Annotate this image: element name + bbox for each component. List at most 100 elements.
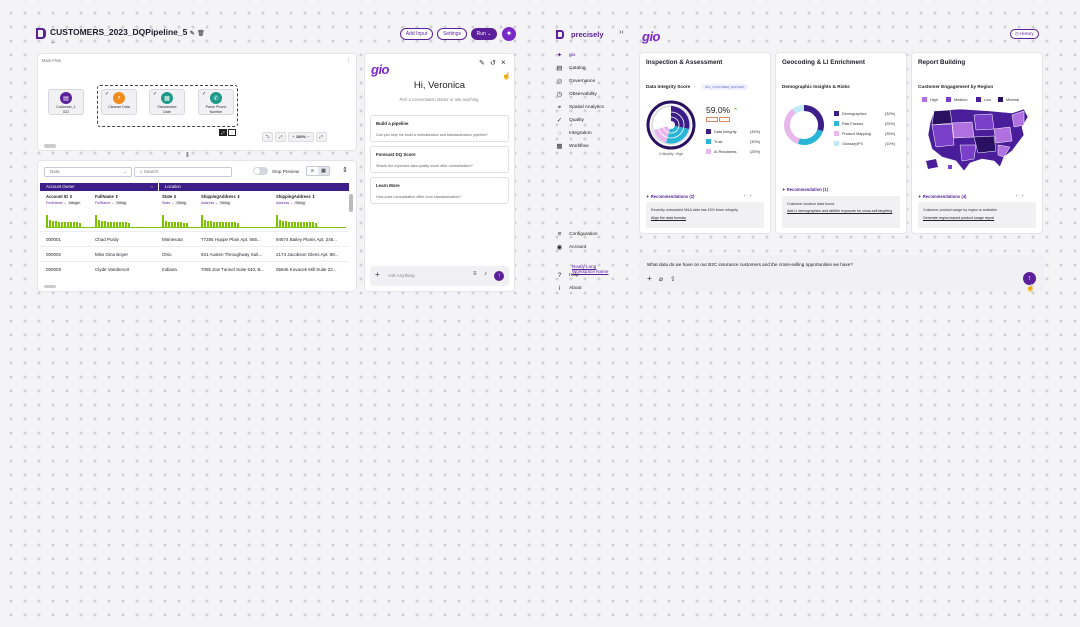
grid-view-icon[interactable]: ▦: [318, 167, 329, 175]
sidebar-item-integration[interactable]: ◌ Integration: [556, 130, 592, 137]
search-placeholder: Search: [143, 169, 159, 174]
sidebar-item-governance[interactable]: ◎ Governance: [556, 78, 595, 85]
rec-link[interactable]: Generate region-based product usage repo…: [923, 216, 1033, 221]
back-arrow-icon[interactable]: ←: [50, 39, 57, 46]
gio-assistant-button[interactable]: ✦: [502, 27, 516, 41]
sidebar-item-workflow[interactable]: ▦ Workflow: [556, 143, 588, 150]
column-header[interactable]: ShippingAddress ⇕ Address ⌄ String: [201, 194, 240, 205]
histogram-baseline: [46, 227, 346, 228]
workflow-icon: ▦: [556, 143, 563, 150]
sidebar-item-account[interactable]: ◉ Account: [556, 244, 587, 251]
sidebar-item-catalog[interactable]: ▤ Catalog: [556, 65, 585, 72]
suggestion-build-pipeline[interactable]: Build a pipeline Can you help me build a …: [370, 115, 509, 142]
recommendation-card[interactable]: Recently onboarded M&A data has 43% lowe…: [646, 202, 764, 228]
recommendation-card[interactable]: Customer product usage by region is avai…: [918, 202, 1036, 228]
precisely-app: precisely ›‹ ✦ gio ▤ Catalog ◎ Governance ◷ Obs…: [540, 24, 1052, 300]
ask-placeholder: Ask Anything: [388, 273, 415, 278]
pager-arrows[interactable]: ‹ ›: [1016, 193, 1024, 199]
legend-value: (45%): [750, 129, 761, 134]
search-input[interactable]: ⌕ Search: [134, 167, 232, 177]
sidebar-item-about[interactable]: i About: [556, 285, 582, 292]
group-label: Account Owner: [46, 184, 75, 189]
flow-node-standardize[interactable]: ✓ ▦ Standardize Date: [149, 89, 185, 115]
settings-sliders-icon[interactable]: ≡: [473, 271, 477, 277]
legend-label: Demographics: [842, 111, 867, 116]
list-view-icon[interactable]: ≡: [307, 167, 318, 175]
fullscreen-icon[interactable]: ⤢: [315, 132, 327, 142]
microphone-icon[interactable]: ♪: [484, 271, 487, 277]
configuration-icon: ≡: [557, 231, 562, 238]
flow-node-parse-phone[interactable]: ✓ ✆ Parse Phone Number: [198, 89, 234, 115]
sidebar-item-observability[interactable]: ◷ Observability: [556, 91, 597, 98]
more-icon[interactable]: ⋮: [346, 57, 351, 63]
horizontal-scrollbar[interactable]: [44, 144, 56, 148]
column-header[interactable]: ShippingAddress ⇕ Address ⌄ String: [276, 194, 315, 205]
rec-title-text: Recommendations (4): [922, 194, 967, 199]
column-header[interactable]: Account ID ⇕ FirstName ⌄ Integer: [46, 194, 81, 205]
sidebar-item-quality[interactable]: ✓ Quality: [556, 117, 584, 124]
settings-button[interactable]: Settings: [437, 28, 467, 40]
delete-icon[interactable]: 🗑: [197, 31, 205, 37]
attachment-icon[interactable]: ⌀: [659, 275, 663, 283]
legend-item: Low: [976, 97, 991, 102]
prompt-input[interactable]: What data do we have on our B2C insuranc…: [640, 255, 1044, 292]
sidebar-item-spatial-analytics[interactable]: ⌖ Spatial Analytics: [556, 104, 604, 111]
suggestion-learn-more[interactable]: Learn More How does normalization differ …: [370, 177, 509, 204]
cell: Clyde Vandervort: [95, 267, 130, 272]
history-icon[interactable]: ↺: [490, 59, 496, 67]
sidebar-item-configuration[interactable]: ≡ Configuration: [556, 231, 598, 238]
cell: 77285 Hoppe Plain Apt. 655...: [201, 237, 261, 242]
recommendation-card[interactable]: Customer location data found. Add LI dem…: [782, 196, 900, 228]
history-button[interactable]: ◷ History: [1010, 29, 1039, 39]
edit-icon[interactable]: ✎: [190, 31, 195, 37]
vertical-scrollbar[interactable]: [349, 194, 353, 212]
node-label: Customer_1 022: [56, 105, 76, 114]
zoom-control[interactable]: + 100% −: [288, 132, 314, 142]
rec-link[interactable]: Align the data formats: [651, 216, 761, 221]
table-row[interactable]: 000001 Chad Purdy Minnesota 77285 Hoppe …: [40, 231, 348, 246]
location-icon: ⌖: [557, 104, 562, 111]
column-header[interactable]: FullName ⇕ FullName ⌄ String: [95, 194, 127, 205]
flow-canvas[interactable]: Main Flow ⋮ ▤ Customer_1 022 ✓ ⌕ Cleanse…: [38, 54, 356, 150]
rec-link[interactable]: Add LI demographics and wildfire exposur…: [787, 209, 897, 214]
upload-icon[interactable]: ⇧: [670, 275, 675, 283]
data-select[interactable]: Data ⌄: [44, 167, 132, 177]
view-toggle[interactable]: ≡ ▦: [306, 166, 330, 176]
greeting: Hi, Veronica: [413, 80, 466, 91]
frame-icon[interactable]: ▫: [228, 129, 236, 136]
new-chat-icon[interactable]: ✎: [479, 59, 485, 67]
sidebar-item-gio[interactable]: ✦ gio: [556, 52, 576, 59]
plus-icon[interactable]: +: [647, 274, 652, 283]
stop-preview-toggle[interactable]: [253, 167, 268, 175]
column-type: String: [219, 201, 231, 205]
column-name: Account ID: [46, 194, 69, 199]
sparkle-icon: ✦: [556, 52, 563, 59]
collapse-sidebar-icon[interactable]: ›‹: [619, 29, 624, 36]
suggestion-forecast-dq[interactable]: Forecast DQ Score What's the expected dat…: [370, 146, 509, 173]
table-row[interactable]: 000002 Miss Gina Boyer Ohio 931 Austen T…: [40, 246, 348, 261]
close-icon[interactable]: ×: [501, 58, 506, 67]
pager-arrows[interactable]: ‹ ›: [744, 193, 752, 199]
workspace-link[interactable]: Really Long Workspace Name: [572, 264, 616, 274]
add-input-button[interactable]: Add Input: [400, 28, 433, 40]
ask-input[interactable]: + Ask Anything ≡ ♪ ↑: [370, 266, 509, 286]
column-header[interactable]: State ⇕ State ⌄ String: [162, 194, 187, 205]
plus-icon[interactable]: +: [375, 270, 380, 279]
flow-node-input[interactable]: ▤ Customer_1 022: [48, 89, 84, 115]
collapse-icon[interactable]: ⇕: [342, 166, 348, 174]
send-button[interactable]: ↑: [494, 271, 504, 281]
flow-node-cleanse[interactable]: ✓ ⌕ Cleanse Data: [101, 89, 137, 115]
workspace-link-text: Really Long Workspace Name: [572, 264, 609, 274]
radial-score-chart: [646, 100, 696, 150]
lock-icon[interactable]: ⤢: [219, 129, 227, 136]
table-row[interactable]: 000003 Clyde Vandervort Indiana 7095 Zoe…: [40, 261, 348, 276]
expand-icon[interactable]: ⤢: [275, 132, 287, 142]
horizontal-scrollbar[interactable]: [44, 285, 56, 288]
resize-handle[interactable]: ||||||: [186, 152, 189, 158]
column-type: Integer: [67, 201, 81, 205]
panel-title: Geocoding & LI Enrichment: [782, 59, 865, 66]
column-type: String: [115, 201, 127, 205]
fit-icon[interactable]: ⤡: [262, 132, 274, 142]
run-button[interactable]: Run ⌄: [471, 28, 497, 40]
gio-logo: gio: [371, 62, 390, 77]
